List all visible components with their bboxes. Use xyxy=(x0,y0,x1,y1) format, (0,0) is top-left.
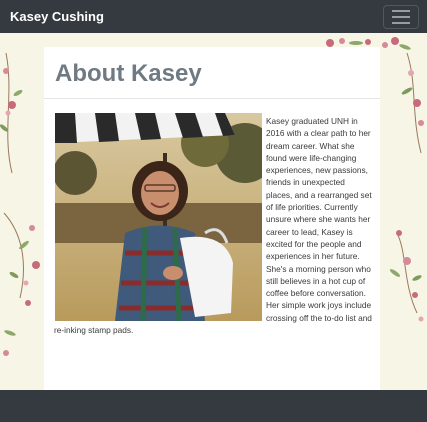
navbar: Kasey Cushing xyxy=(0,0,427,33)
footer xyxy=(0,390,427,422)
bio-text: Kasey graduated UNH in 2016 with a clear… xyxy=(54,115,372,336)
about-card: About Kasey Kasey graduated UNH in 2016 … xyxy=(44,47,380,390)
floral-decoration-icon xyxy=(0,52,40,356)
page-title: About Kasey xyxy=(55,60,202,87)
divider xyxy=(44,98,380,99)
brand-link[interactable]: Kasey Cushing xyxy=(10,9,104,24)
floral-decoration-icon xyxy=(382,37,424,322)
hamburger-menu-icon[interactable] xyxy=(383,4,419,29)
